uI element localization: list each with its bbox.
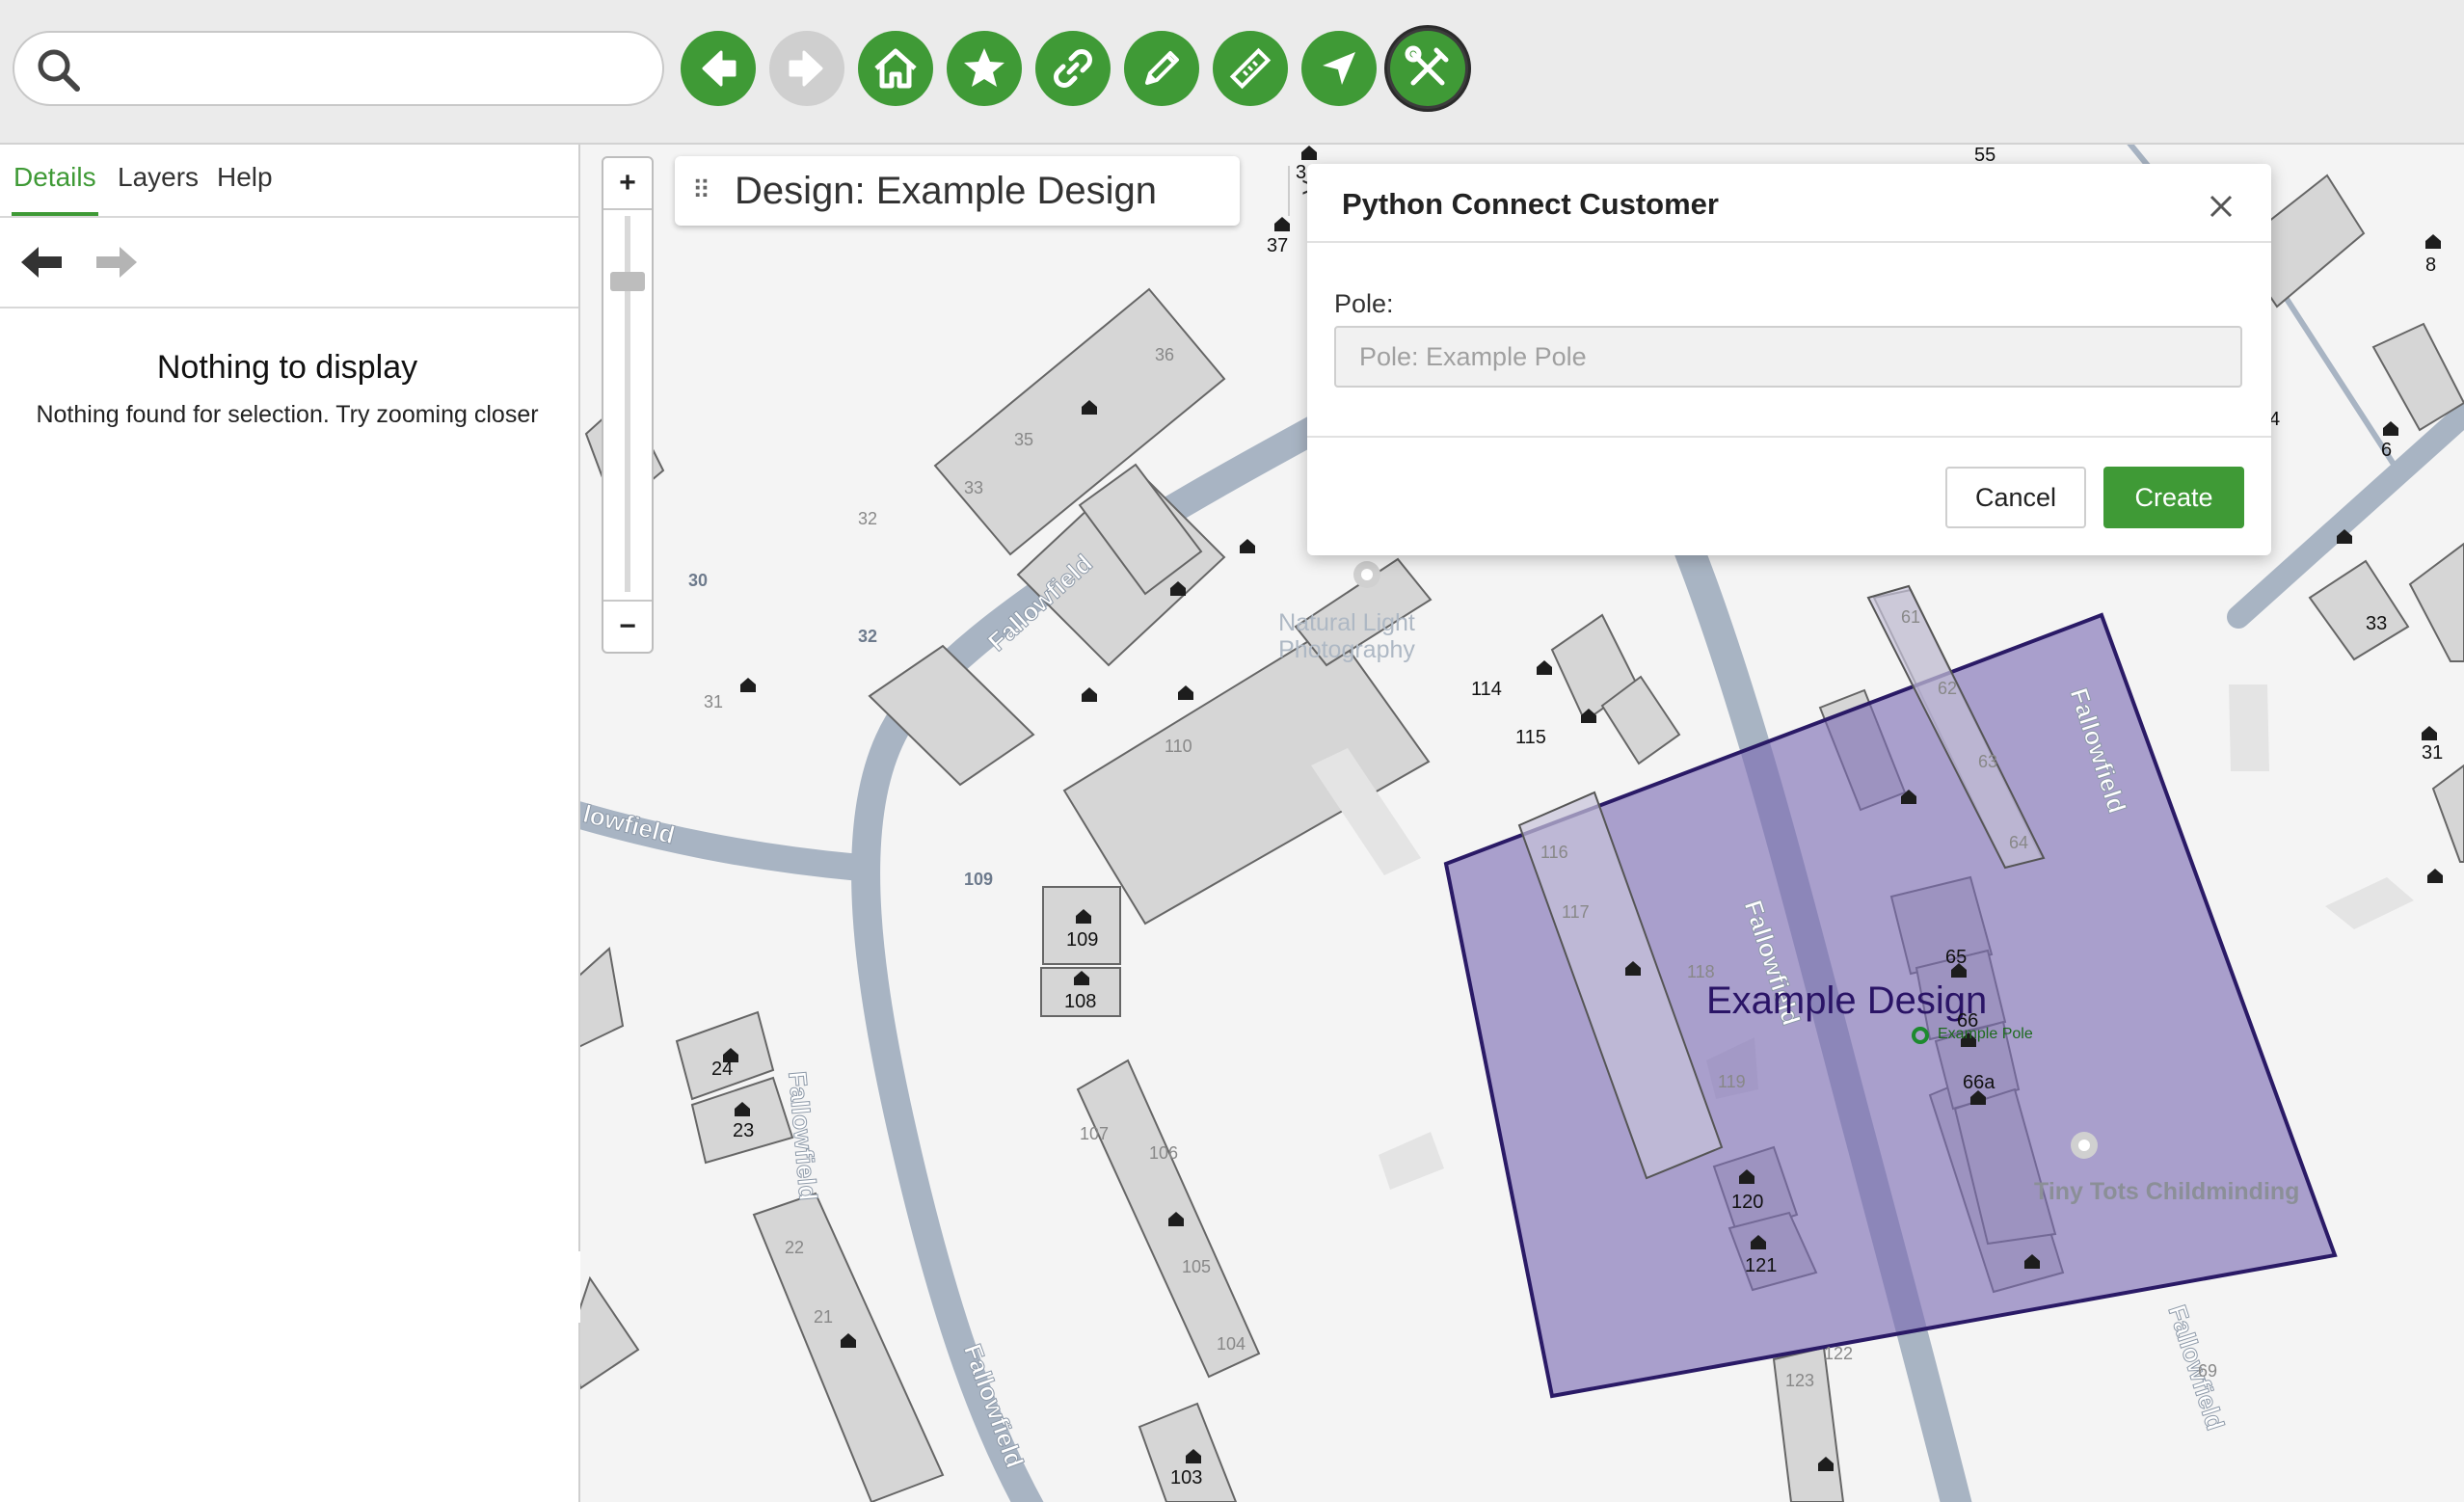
- pencil-icon: [1145, 51, 1179, 85]
- address-label: 104: [1217, 1334, 1246, 1354]
- top-toolbar: [0, 0, 2464, 145]
- forward-button[interactable]: [769, 31, 844, 106]
- panel-tabs: Details Layers Help: [0, 145, 578, 218]
- connect-customer-dialog: Python Connect Customer Pole: Cancel Cre…: [1307, 164, 2271, 555]
- pole-label: Example Pole: [1938, 1026, 2033, 1042]
- navigation-arrow-icon: [1323, 52, 1355, 85]
- address-label: 114: [1471, 679, 1502, 700]
- dialog-header-divider: [1307, 241, 2271, 243]
- address-label: 115: [1515, 727, 1546, 748]
- address-label: 24: [711, 1059, 734, 1080]
- poi-label-natural-light: Natural Light Photography: [1278, 609, 1415, 663]
- address-label: 32: [858, 627, 878, 646]
- address-label: 8: [2425, 255, 2437, 276]
- zoom-slider-handle[interactable]: [610, 272, 645, 291]
- address-label: 103: [1170, 1467, 1203, 1489]
- address-label: 35: [1014, 430, 1034, 449]
- tools-button[interactable]: [1384, 25, 1471, 112]
- address-label: 63: [1978, 752, 1998, 771]
- create-button[interactable]: Create: [2103, 467, 2244, 528]
- close-icon[interactable]: [2200, 185, 2242, 228]
- address-label: 106: [1149, 1143, 1179, 1163]
- arrow-left-icon: [702, 50, 737, 87]
- design-title: Design: Example Design: [735, 170, 1157, 212]
- edit-button[interactable]: [1124, 31, 1199, 106]
- address-label: 33: [964, 478, 984, 497]
- pole-field-label: Pole:: [1334, 289, 1394, 318]
- address-label: 120: [1731, 1192, 1764, 1213]
- active-tab-indicator: [12, 212, 98, 216]
- home-button[interactable]: [858, 31, 933, 106]
- address-label: 6: [2381, 440, 2393, 461]
- dialog-title: Python Connect Customer: [1342, 187, 1719, 221]
- pole-field[interactable]: [1334, 326, 2242, 388]
- address-label: 109: [964, 870, 994, 889]
- search-box[interactable]: [13, 31, 664, 106]
- search-icon: [38, 49, 80, 92]
- details-panel: Details Layers Help Nothing to display N…: [0, 145, 580, 1502]
- back-button[interactable]: [681, 31, 756, 106]
- poi-label-tiny-tots: Tiny Tots Childminding: [2034, 1178, 2300, 1205]
- address-label: 30: [688, 571, 709, 590]
- address-label: 64: [2009, 833, 2029, 852]
- design-area-label: Example Design: [1706, 979, 1988, 1022]
- address-label: 69: [2198, 1361, 2218, 1381]
- address-label: 118: [1687, 962, 1715, 981]
- address-label: 66: [1957, 1010, 1979, 1032]
- tab-details[interactable]: Details: [13, 162, 96, 193]
- address-label: 116: [1540, 843, 1568, 862]
- address-label: 36: [1155, 345, 1175, 364]
- address-label: 21: [814, 1307, 834, 1327]
- drag-handle-icon[interactable]: ⠿: [692, 175, 710, 205]
- design-title-bar: ⠿ Design: Example Design >: [675, 156, 1319, 226]
- home-icon: [874, 48, 917, 89]
- address-label: 61: [1901, 607, 1921, 627]
- address-label: 123: [1785, 1371, 1815, 1390]
- address-label: 22: [785, 1238, 805, 1257]
- address-label: 62: [1938, 679, 1958, 698]
- address-label: 108: [1064, 991, 1097, 1012]
- dialog-footer-divider: [1307, 436, 2271, 438]
- favourites-button[interactable]: [947, 31, 1022, 106]
- empty-state-message: Nothing found for selection. Try zooming…: [36, 401, 539, 428]
- link-button[interactable]: [1035, 31, 1111, 106]
- address-label: 119: [1718, 1072, 1746, 1091]
- address-label: 110: [1165, 737, 1192, 756]
- tab-layers[interactable]: Layers: [118, 162, 199, 193]
- history-back-icon[interactable]: [19, 245, 64, 280]
- address-label: 107: [1080, 1124, 1110, 1143]
- measure-button[interactable]: [1213, 31, 1288, 106]
- address-label: 117: [1562, 902, 1590, 922]
- arrow-right-icon: [789, 50, 823, 87]
- address-label: 23: [733, 1120, 755, 1141]
- locate-button[interactable]: [1301, 31, 1377, 106]
- tools-icon: [1405, 45, 1449, 86]
- address-label: 121: [1745, 1255, 1778, 1276]
- address-label: 31: [704, 692, 724, 711]
- link-icon: [1054, 49, 1092, 88]
- address-label: 32: [858, 509, 878, 528]
- address-label: 37: [1267, 235, 1289, 256]
- star-icon: [964, 48, 1004, 87]
- search-input[interactable]: [95, 42, 639, 96]
- zoom-out-button[interactable]: −: [603, 600, 652, 652]
- zoom-in-button[interactable]: +: [603, 158, 652, 210]
- history-forward-icon[interactable]: [94, 245, 139, 280]
- address-label: 122: [1824, 1344, 1854, 1363]
- tab-help[interactable]: Help: [217, 162, 273, 193]
- empty-state-title: Nothing to display: [156, 349, 418, 386]
- design-title-divider: [1288, 166, 1290, 216]
- details-navigation: [0, 218, 578, 308]
- address-label: 65: [1945, 947, 1968, 968]
- ruler-icon: [1229, 47, 1272, 90]
- address-label: 66a: [1963, 1072, 1995, 1093]
- address-label: 105: [1182, 1257, 1212, 1276]
- address-label: 31: [2422, 742, 2444, 764]
- address-label: 33: [2366, 613, 2388, 634]
- cancel-button[interactable]: Cancel: [1945, 467, 2086, 528]
- zoom-control: + −: [602, 156, 654, 654]
- address-label: 109: [1066, 929, 1099, 951]
